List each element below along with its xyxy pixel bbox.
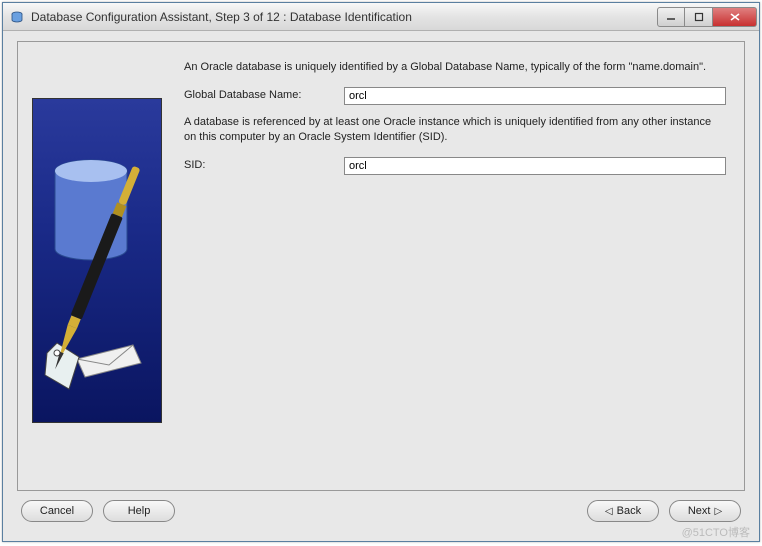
- back-button[interactable]: ◁ Back: [587, 500, 659, 522]
- content-area: An Oracle database is uniquely identifie…: [3, 31, 759, 541]
- cancel-button[interactable]: Cancel: [21, 500, 93, 522]
- help-button[interactable]: Help: [103, 500, 175, 522]
- close-button[interactable]: [713, 7, 757, 27]
- sid-row: SID:: [184, 157, 726, 175]
- sid-intro-text: A database is referenced by at least one…: [184, 115, 726, 145]
- minimize-button[interactable]: [657, 7, 685, 27]
- window-controls: [657, 7, 757, 27]
- sid-label: SID:: [184, 158, 344, 173]
- watermark: @51CTO博客: [682, 524, 750, 540]
- form-area: An Oracle database is uniquely identifie…: [176, 50, 736, 482]
- app-window: Database Configuration Assistant, Step 3…: [2, 2, 760, 542]
- main-panel: An Oracle database is uniquely identifie…: [17, 41, 745, 491]
- next-button[interactable]: Next ▷: [669, 500, 741, 522]
- intro-text: An Oracle database is uniquely identifie…: [184, 60, 726, 75]
- sid-input[interactable]: [344, 157, 726, 175]
- gdn-input[interactable]: [344, 87, 726, 105]
- maximize-button[interactable]: [685, 7, 713, 27]
- chevron-right-icon: ▷: [714, 506, 722, 517]
- chevron-left-icon: ◁: [605, 506, 613, 517]
- gdn-label: Global Database Name:: [184, 88, 344, 103]
- app-icon: [9, 9, 25, 25]
- titlebar: Database Configuration Assistant, Step 3…: [3, 3, 759, 31]
- wizard-illustration: [32, 98, 162, 423]
- gdn-row: Global Database Name:: [184, 87, 726, 105]
- window-title: Database Configuration Assistant, Step 3…: [31, 10, 657, 24]
- back-label: Back: [617, 505, 641, 517]
- button-bar: Cancel Help ◁ Back Next ▷: [17, 491, 745, 531]
- next-label: Next: [688, 505, 711, 517]
